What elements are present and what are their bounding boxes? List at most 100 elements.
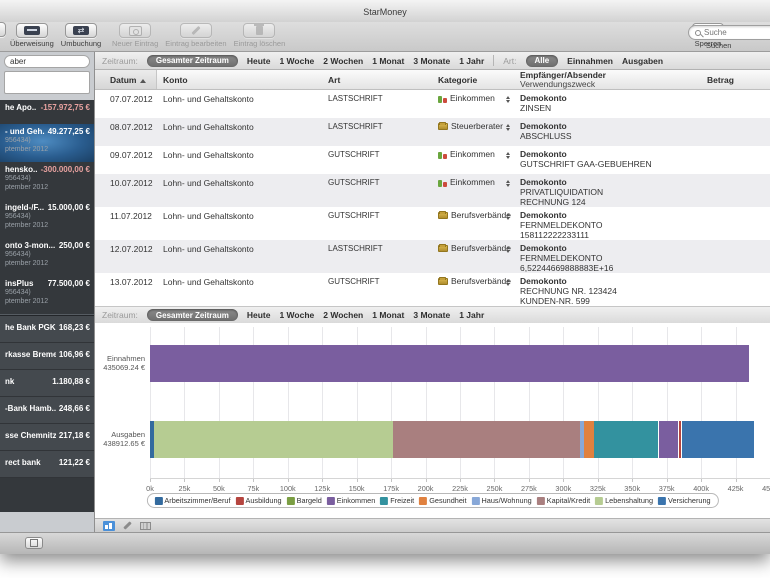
bar-segment[interactable] [681,421,754,458]
bar-chart-view-icon[interactable] [103,521,115,531]
zeitraum-selected-pill[interactable]: Gesamter Zeitraum [147,309,238,321]
sidebar-account[interactable]: nk1.180,88 € [0,370,94,397]
cut-button-icon [0,22,6,37]
transaction-row[interactable]: 08.07.2012Lohn- und GehaltskontoLASTSCHR… [95,118,770,146]
toolbar-button-new-entry[interactable]: Neuer Eintrag [112,23,158,48]
toolbar-button-rebooking[interactable]: ⇄Umbuchung [61,23,101,48]
column-header-empfaenger[interactable]: Empfänger/Absender Verwendungszweck [520,71,606,89]
sidebar-account[interactable]: -Bank Hamb...248,66 € [0,397,94,424]
account-detail: ptember 2012 [5,297,90,306]
axis-tick-label: 25k [179,484,191,493]
verwendungszweck-line: KUNDEN-NR. 599 [520,296,590,306]
filter-option[interactable]: Heute [247,310,271,320]
bar-segment[interactable] [150,345,749,382]
bar-segment[interactable] [594,421,658,458]
cell-datum: 12.07.2012 [110,244,153,254]
account-detail: 956434) [5,174,90,183]
cell-art: GUTSCHRIFT [328,178,380,187]
account-balance: 217,18 € [59,431,90,440]
toolbar-button-delete-entry[interactable]: Eintrag löschen [234,23,286,48]
toolbar-button-label: Eintrag löschen [234,39,286,48]
sidebar-account[interactable]: hensko...-300.000,00 €956434)ptember 201… [0,162,94,200]
search-field[interactable] [688,25,770,40]
column-header-betrag[interactable]: Betrag [707,75,734,85]
search-input[interactable] [704,28,770,37]
sidebar-toggle-button[interactable] [25,537,43,549]
toolbar-entry-group: Neuer Eintrag Eintrag bearbeiten Eintrag l… [112,23,285,48]
sidebar-account[interactable]: he Apo..-157.972,75 € [0,100,94,124]
filter-option[interactable]: Heute [247,56,271,66]
title-bar[interactable]: StarMoney [0,0,770,22]
bar-segment[interactable] [584,421,594,458]
legend-label: Ausbildung [245,496,281,505]
account-main-line: sse Chemnitz217,18 € [5,431,90,440]
transaction-table: 07.07.2012Lohn- und GehaltskontoLASTSCHR… [95,90,770,306]
filter-option[interactable]: 2 Wochen [323,310,363,320]
filter-option[interactable]: 1 Jahr [459,310,484,320]
zeitraum-selected-pill[interactable]: Gesamter Zeitraum [147,55,238,67]
account-detail: 956434) [5,136,90,145]
legend-label: Arbeitszimmer/Beruf [164,496,230,505]
art-selected-pill[interactable]: Alle [526,55,559,67]
cell-datum: 13.07.2012 [110,277,153,287]
account-balance: 1.180,88 € [52,377,90,386]
sidebar-account[interactable]: sse Chemnitz217,18 € [0,424,94,451]
transaction-row[interactable]: 13.07.2012Lohn- und GehaltskontoGUTSCHRI… [95,273,770,306]
sidebar-account[interactable]: - und Geh...49.277,25 €956434)ptember 20… [0,124,94,162]
transaction-row[interactable]: 07.07.2012Lohn- und GehaltskontoLASTSCHR… [95,90,770,118]
toolbar-transaction-group: Überweisung ⇄Umbuchung [10,23,101,48]
sidebar-filter-box[interactable] [4,71,90,94]
search-label: Suchen [706,41,770,50]
sidebar-account[interactable]: he Bank PGK...168,23 € [0,316,94,343]
filter-option[interactable]: 3 Monate [413,56,450,66]
owner-filter-dropdown[interactable]: aber [4,55,90,68]
toolbar-button-cut[interactable] [0,22,6,37]
axis-tick-label: 50k [213,484,225,493]
filter-option[interactable]: 1 Monat [372,310,404,320]
filter-option[interactable]: 2 Wochen [323,56,363,66]
toolbar-button-edit-entry[interactable]: Eintrag bearbeiten [165,23,226,48]
sidebar-account[interactable]: rkasse Bremen106,96 € [0,343,94,370]
ausgaben-bar[interactable] [150,421,755,458]
sidebar-account[interactable]: insPlus77.500,00 €956434)ptember 2012 [0,276,94,314]
transaction-row[interactable]: 11.07.2012Lohn- und GehaltskontoGUTSCHRI… [95,207,770,240]
art-option[interactable]: Einnahmen [567,56,613,66]
filter-option[interactable]: 1 Jahr [459,56,484,66]
column-header-art[interactable]: Art [328,75,340,85]
sidebar-account[interactable]: ingeld-/F...15.000,00 €956434)ptember 20… [0,200,94,238]
account-name: sse Chemnitz [5,431,56,440]
sort-ascending-icon [140,79,146,83]
transaction-row[interactable]: 09.07.2012Lohn- und GehaltskontoGUTSCHRI… [95,146,770,174]
account-main-line: nk1.180,88 € [5,377,90,386]
cell-konto: Lohn- und Gehaltskonto [163,211,254,221]
art-option[interactable]: Ausgaben [622,56,663,66]
sidebar-account[interactable]: onto 3-mon...250,00 €956434)ptember 2012 [0,238,94,276]
folder-category-icon [438,123,448,130]
edit-view-icon[interactable] [123,521,131,529]
bar-segment[interactable] [154,421,393,458]
filter-option[interactable]: 1 Woche [279,56,314,66]
column-header-datum[interactable]: Datum [110,75,146,85]
bar-segment[interactable] [658,421,679,458]
verwendungszweck-line: GUTSCHRIFT GAA-GEBUEHREN [520,159,652,169]
einnahmen-bar[interactable] [150,345,749,382]
table-view-icon[interactable] [140,522,151,530]
cell-art: LASTSCHRIFT [328,94,383,103]
empfaenger-name: Demokonto [520,177,567,187]
verwendungszweck-line: PRIVATLIQUIDATION [520,187,603,197]
direction-arrows-icon [506,213,510,220]
axis-tick-label: 0k [146,484,154,493]
bar-segment[interactable] [393,421,580,458]
axis-tick-label: 125k [314,484,330,493]
content-area: aber he Apo..-157.972,75 €- und Geh...49… [0,52,770,532]
transaction-row[interactable]: 10.07.2012Lohn- und GehaltskontoGUTSCHRI… [95,174,770,207]
filter-option[interactable]: 1 Monat [372,56,404,66]
sidebar-account[interactable]: rect bank121,22 € [0,451,94,478]
filter-option[interactable]: 1 Woche [279,310,314,320]
column-header-kategorie[interactable]: Kategorie [438,75,477,85]
cell-datum: 11.07.2012 [110,211,152,221]
column-header-konto[interactable]: Konto [163,75,188,85]
filter-option[interactable]: 3 Monate [413,310,450,320]
transaction-row[interactable]: 12.07.2012Lohn- und GehaltskontoLASTSCHR… [95,240,770,273]
toolbar-button-transfer-card[interactable]: Überweisung [10,23,54,48]
